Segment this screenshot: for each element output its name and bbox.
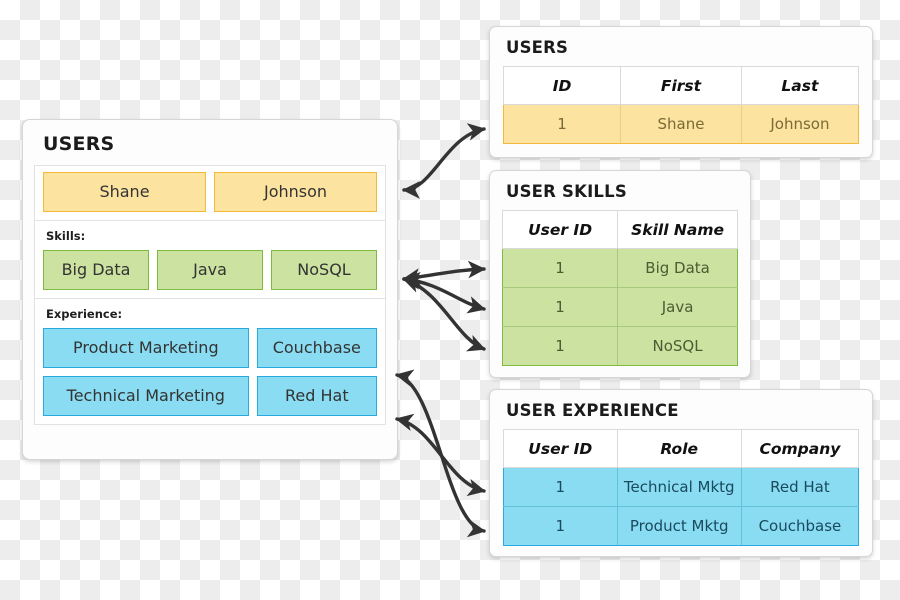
users-table-card: USERS ID First Last 1 Shane Johnson (489, 26, 873, 158)
table-row: 1 NoSQL (501, 326, 738, 366)
column-header-last: Last (740, 66, 860, 105)
arrow-skills-to-java (402, 271, 486, 314)
document-experience-label: Experience: (46, 307, 123, 321)
user-experience-table-card: USER EXPERIENCE User ID Role Company 1 T… (489, 389, 873, 557)
document-card-title: USERS (43, 133, 115, 155)
user-experience-table: User ID Role Company 1 Technical Mktg Re… (503, 429, 860, 546)
column-header-first: First (620, 66, 742, 105)
arrow-name-to-users (402, 123, 486, 199)
table-row: 1 Java (501, 287, 738, 327)
arrow-skills-to-nosql (402, 275, 486, 352)
column-header-id: ID (502, 66, 622, 105)
arrow-technical-mktg-to-row1 (395, 413, 486, 497)
column-header-company: Company (740, 429, 860, 468)
table-header-row: User ID Skill Name (501, 210, 738, 249)
user-skills-table-title: USER SKILLS (506, 182, 627, 201)
cell-company: Red Hat (740, 467, 860, 507)
document-name-row: Shane Johnson (43, 172, 377, 212)
user-experience-table-title: USER EXPERIENCE (506, 401, 679, 420)
cell-company: Couchbase (740, 506, 860, 546)
table-row: 1 Technical Mktg Red Hat (503, 467, 860, 507)
document-experience-company-chip: Couchbase (256, 328, 377, 368)
user-skills-table-card: USER SKILLS User ID Skill Name 1 Big Dat… (489, 170, 751, 378)
users-table: ID First Last 1 Shane Johnson (502, 66, 860, 144)
cell-user-id: 1 (501, 326, 619, 366)
diagram-canvas: USERS Shane Johnson Skills: Big Data Jav… (0, 0, 900, 600)
user-skills-table: User ID Skill Name 1 Big Data 1 Java 1 N… (501, 210, 738, 366)
cell-first: Shane (620, 104, 742, 144)
users-table-title: USERS (506, 38, 569, 57)
cell-user-id: 1 (501, 287, 619, 327)
table-row: 1 Shane Johnson (502, 104, 860, 144)
cell-role: Technical Mktg (616, 467, 742, 507)
cell-skill-name: Big Data (617, 248, 738, 288)
document-skill-chip: Big Data (43, 250, 149, 290)
cell-last: Johnson (740, 104, 860, 144)
table-row: 1 Product Mktg Couchbase (503, 506, 860, 546)
document-skill-chip: NoSQL (271, 250, 377, 290)
cell-user-id: 1 (503, 467, 618, 507)
column-header-user-id: User ID (501, 210, 619, 249)
cell-skill-name: Java (617, 287, 738, 327)
column-header-user-id: User ID (503, 429, 618, 468)
document-first-name-chip: Shane (43, 172, 206, 212)
cell-user-id: 1 (501, 248, 619, 288)
document-skills-row: Big Data Java NoSQL (43, 250, 377, 290)
document-experience-role-chip: Technical Marketing (43, 376, 249, 416)
document-card: USERS Shane Johnson Skills: Big Data Jav… (22, 119, 398, 460)
column-header-skill-name: Skill Name (617, 210, 738, 249)
table-header-row: User ID Role Company (503, 429, 860, 468)
document-skill-chip: Java (157, 250, 263, 290)
document-name-section: Shane Johnson (34, 165, 386, 220)
table-header-row: ID First Last (502, 66, 860, 105)
document-experience-row: Product Marketing Couchbase (43, 328, 377, 368)
document-skills-label: Skills: (46, 229, 86, 243)
document-experience-row: Technical Marketing Red Hat (43, 376, 377, 416)
cell-skill-name: NoSQL (617, 326, 738, 366)
arrow-product-mktg-to-row2 (395, 369, 486, 538)
document-skills-section: Skills: Big Data Java NoSQL (34, 220, 386, 298)
cell-id: 1 (502, 104, 622, 144)
cell-role: Product Mktg (616, 506, 742, 546)
document-last-name-chip: Johnson (214, 172, 377, 212)
document-experience-company-chip: Red Hat (256, 376, 377, 416)
document-experience-role-chip: Product Marketing (43, 328, 249, 368)
cell-user-id: 1 (503, 506, 618, 546)
column-header-role: Role (616, 429, 742, 468)
arrow-skills-to-bigdata (402, 260, 486, 286)
table-row: 1 Big Data (501, 248, 738, 288)
document-experience-section: Experience: Product Marketing Couchbase … (34, 298, 386, 425)
